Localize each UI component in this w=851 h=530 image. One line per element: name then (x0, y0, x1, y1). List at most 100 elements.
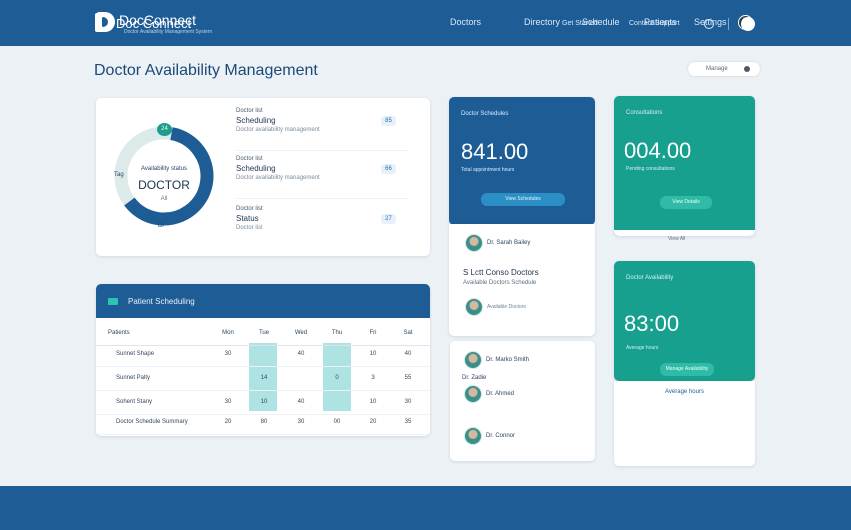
scheduling-title: Patient Scheduling (128, 296, 195, 306)
manage-pill-label: Manage (706, 66, 728, 72)
footer-link-get-started[interactable]: Get Started (562, 20, 598, 27)
availability-item-title: Doctor list (236, 156, 263, 162)
footer-tagline: Doctor Availability Management System (124, 29, 213, 35)
column-header: Thu (331, 330, 343, 336)
column-header: Fri (369, 330, 377, 336)
donut-sub: All (160, 196, 168, 202)
manage-availability-button[interactable]: Manage Availability (660, 363, 714, 376)
stat-sub: Total appointment hours (461, 167, 515, 173)
column-header: Patients (108, 330, 130, 336)
doctor-avatar (465, 298, 483, 316)
stat-label: Doctor Schedules (461, 111, 509, 117)
table-cell: 20 (224, 419, 232, 425)
footer-divider (728, 18, 729, 30)
doctor-name: Dr. Ahmed (486, 391, 515, 397)
nav-item-directory[interactable]: Directory (524, 17, 560, 27)
table-cell: 30 (224, 399, 232, 405)
table-cell: 80 (260, 419, 268, 425)
doctor-name: Dr. Sarah Bailey (487, 240, 531, 246)
stat-label: Consultations (626, 110, 663, 116)
doctor-extra-name: Dr. Zadie (462, 375, 487, 381)
row-name: Sunnet Shape (116, 351, 155, 357)
doctor-item[interactable]: Dr. Ahmed (464, 385, 514, 403)
doctor-list-card: Dr. Marko Smith Dr. Zadie Dr. Ahmed Dr. … (450, 341, 595, 461)
stat-sub: Average hours (626, 345, 659, 351)
consultations-stat-card: Consultations 004.00 Pending consultatio… (614, 96, 755, 236)
availability-item-title: Doctor list (236, 108, 263, 114)
view-schedules-button[interactable]: View Schedules (481, 193, 565, 206)
search-icon[interactable] (704, 19, 714, 29)
doctors-section-title: S Lctt Conso Doctors (463, 268, 539, 277)
row-name: Sunnet Palty (116, 375, 151, 381)
table-cell: 40 (404, 351, 412, 357)
availability-item[interactable]: Doctor list Status Doctor list 27 (236, 206, 416, 231)
table-cell: 10 (369, 351, 377, 357)
row-name: Doctor Schedule Summary (116, 419, 188, 425)
donut-bottom-tag: Dr (158, 223, 165, 229)
footer-brand[interactable]: DocConnect (119, 12, 196, 28)
column-header: Tue (258, 330, 270, 336)
availability-donut-chart (114, 126, 214, 226)
doctor-item[interactable]: Dr. Sarah Bailey (465, 234, 530, 252)
doctor-spec: Available Doctors (487, 304, 526, 310)
donut-side-tag: Tag (114, 172, 124, 178)
availability-item-chip: 66 (381, 164, 396, 174)
availability-item-chip: 27 (381, 214, 396, 224)
doctor-item[interactable]: Dr. Marko Smith (464, 351, 529, 369)
page-title: Doctor Availability Management (94, 62, 318, 79)
footer-link-contact[interactable]: Contact Support (629, 20, 680, 27)
table-cell: 40 (297, 399, 305, 405)
column-header: Mon (222, 330, 234, 336)
table-cell: 30 (404, 399, 412, 405)
doctor-item[interactable]: Available Doctors (465, 298, 526, 316)
divider (236, 150, 408, 151)
doctor-avatar (464, 385, 482, 403)
availability-item-sub: Doctor list (236, 225, 263, 231)
doctor-availability-stat-card: Doctor Availability 83:00 Average hours … (614, 261, 755, 381)
table-row[interactable]: Sunnet Palty 14 0 3 55 (96, 367, 430, 391)
donut-label: Availability status (141, 166, 187, 172)
card-link[interactable]: View All (668, 236, 685, 242)
stat-value: 841.00 (461, 139, 529, 164)
availability-item-sub: Doctor availability management (236, 127, 320, 133)
nav-item-doctors[interactable]: Doctors (450, 17, 481, 27)
availability-item[interactable]: Doctor list Scheduling Doctor availabili… (236, 156, 416, 181)
patient-scheduling-card: Patient Scheduling Patients Mon Tue Wed … (96, 284, 430, 436)
stat-value: 83:00 (624, 311, 680, 336)
doctor-avatar (464, 427, 482, 445)
doctor-schedule-detail: Dr. Sarah Bailey S Lctt Conso Doctors Av… (449, 224, 595, 336)
view-details-button[interactable]: View Details (660, 196, 712, 209)
footer-bar (0, 486, 851, 530)
availability-card: 24 Tag Availability status DOCTOR All Dr… (96, 98, 430, 256)
availability-item-chip: 85 (381, 116, 396, 126)
table-cell: 35 (404, 419, 412, 425)
table-row[interactable]: Doctor Schedule Summary 20 80 30 00 20 3… (96, 411, 430, 435)
theme-toggle-icon[interactable] (741, 17, 755, 31)
table-cell: 10 (369, 399, 377, 405)
table-cell: 40 (297, 351, 305, 357)
doctor-name: Dr. Connor (486, 433, 516, 439)
table-row[interactable]: Sunnet Shape 30 40 10 40 (96, 343, 430, 367)
stat-sub: Pending consultations (626, 166, 675, 172)
pill-toggle-icon (744, 66, 750, 72)
row-name: Sohent Stany (116, 399, 153, 405)
table-cell: 10 (260, 399, 268, 405)
table-cell: 20 (369, 419, 377, 425)
doctor-avatar (464, 351, 482, 369)
manage-pill-button[interactable]: Manage (688, 62, 760, 76)
table-cell: 0 (335, 375, 339, 381)
doctor-item[interactable]: Dr. Connor (464, 427, 515, 445)
stat-value: 004.00 (624, 138, 692, 163)
availability-link[interactable]: Average hours (614, 389, 755, 395)
donut-badge: 24 (157, 123, 172, 136)
donut-value: DOCTOR (138, 178, 190, 192)
availability-item-sub: Doctor availability management (236, 175, 320, 181)
column-header: Sat (403, 330, 413, 336)
availability-item[interactable]: Doctor list Scheduling Doctor availabili… (236, 108, 416, 133)
stat-label: Doctor Availability (626, 275, 674, 281)
divider (236, 198, 408, 199)
table-cell: 55 (404, 375, 412, 381)
doctors-section-sub: Available Doctors Schedule (463, 280, 537, 286)
doctor-name: Dr. Marko Smith (486, 357, 530, 363)
scheduling-header: Patient Scheduling (96, 284, 430, 318)
